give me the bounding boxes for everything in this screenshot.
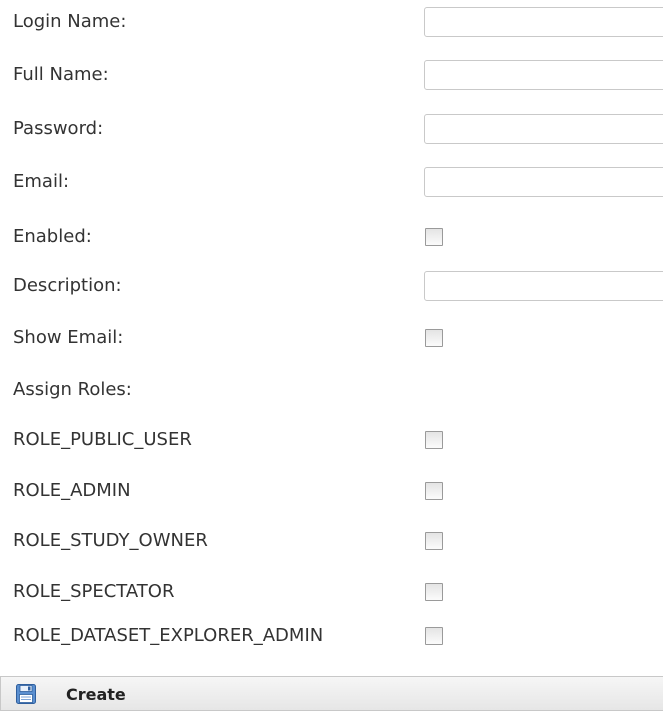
login-name-input[interactable] [424,7,663,37]
role-label: ROLE_PUBLIC_USER [13,429,192,450]
login-name-row: Login Name: [0,2,663,42]
show-email-row: Show Email: [0,318,663,358]
enabled-row: Enabled: [0,217,663,257]
save-icon [15,683,37,705]
role-dataset-explorer-admin-checkbox[interactable] [425,627,443,645]
password-label: Password: [13,118,104,139]
role-study-owner-checkbox[interactable] [425,532,443,550]
role-public-user-checkbox[interactable] [425,431,443,449]
enabled-label: Enabled: [13,226,92,247]
create-button-label: Create [66,684,126,704]
password-row: Password: [0,109,663,149]
email-label: Email: [13,171,70,192]
role-row: ROLE_SPECTATOR [0,572,663,612]
assign-roles-row: Assign Roles: [0,370,663,410]
description-input[interactable] [424,271,663,301]
form-toolbar: Create [0,676,663,711]
full-name-row: Full Name: [0,55,663,95]
role-row: ROLE_STUDY_OWNER [0,521,663,561]
role-label: ROLE_STUDY_OWNER [13,530,208,551]
password-input[interactable] [424,114,663,144]
assign-roles-label: Assign Roles: [13,379,132,400]
role-label: ROLE_DATASET_EXPLORER_ADMIN [13,625,324,646]
role-label: ROLE_ADMIN [13,480,131,501]
email-row: Email: [0,162,663,202]
full-name-label: Full Name: [13,64,109,85]
role-label: ROLE_SPECTATOR [13,581,175,602]
login-name-label: Login Name: [13,11,127,32]
role-row: ROLE_ADMIN [0,471,663,511]
role-spectator-checkbox[interactable] [425,583,443,601]
email-input[interactable] [424,167,663,197]
create-button[interactable]: Create [15,681,126,707]
role-row: ROLE_DATASET_EXPLORER_ADMIN [0,616,663,656]
full-name-input[interactable] [424,60,663,90]
role-admin-checkbox[interactable] [425,482,443,500]
enabled-checkbox[interactable] [425,228,443,246]
role-row: ROLE_PUBLIC_USER [0,420,663,460]
show-email-label: Show Email: [13,327,124,348]
description-row: Description: [0,266,663,306]
show-email-checkbox[interactable] [425,329,443,347]
description-label: Description: [13,275,122,296]
